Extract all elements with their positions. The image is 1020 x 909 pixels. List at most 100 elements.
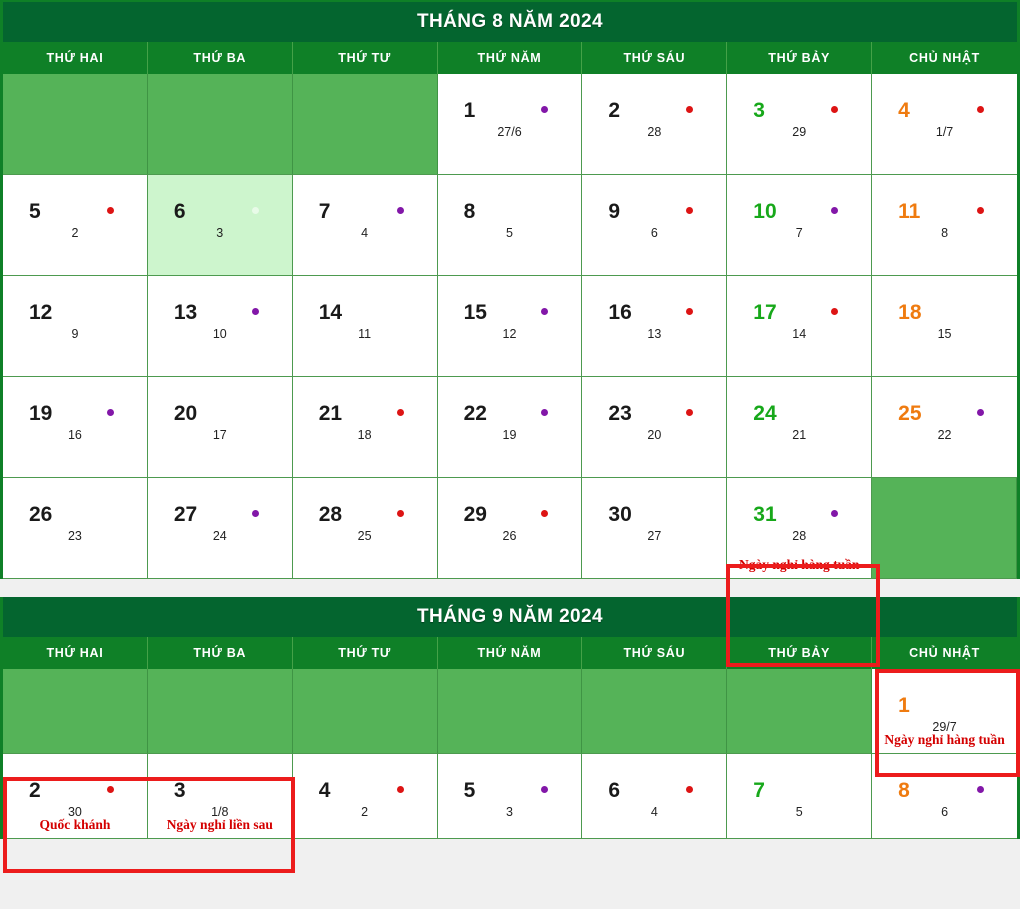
month-block-september: THÁNG 9 NĂM 2024 THỨ HAI THỨ BA THỨ TƯ T… [0, 597, 1020, 873]
lunar-date: 20 [647, 428, 662, 442]
day-cell[interactable]: 26 23 [3, 478, 148, 579]
day-cell[interactable]: 18 15 [872, 276, 1017, 377]
day-cell[interactable]: 13 10 [147, 276, 293, 377]
lunar-date: 1/7 [935, 125, 954, 139]
day-cell[interactable]: 4 1/7 [872, 74, 1017, 175]
day-cell[interactable]: 1 27/6 [437, 74, 583, 175]
weekday-wednesday: THỨ TƯ [293, 42, 438, 74]
solar-day-number: 5 [29, 200, 41, 223]
lunar-date: 28 [647, 125, 662, 139]
solar-day-number: 1 [463, 99, 476, 122]
solar-day-number: 15 [463, 301, 487, 324]
day-cell[interactable]: 31 28 Ngày nghỉ hàng tuần [727, 478, 873, 579]
event-dot-icon [251, 207, 259, 214]
day-cell[interactable]: 96 [582, 175, 728, 276]
event-dot-icon [977, 409, 984, 416]
lunar-date: 23 [67, 529, 82, 543]
weekday-saturday: THỨ BẢY [727, 637, 873, 669]
lunar-date: 16 [67, 428, 82, 442]
month-title-september: THÁNG 9 NĂM 2024 [3, 597, 1017, 637]
solar-day-number: 6 [608, 779, 621, 802]
event-dot-icon [541, 409, 549, 416]
lunar-date: 3 [216, 226, 224, 240]
event-dot-icon [251, 510, 259, 517]
day-cell[interactable]: 24 21 [727, 377, 873, 478]
day-cell[interactable]: 85 [437, 175, 583, 276]
day-cell[interactable]: 19 16 [3, 377, 148, 478]
event-dot-icon [251, 308, 259, 315]
week-row: 1 27/6 2 28 3 29 4 1/7 [3, 74, 1017, 175]
weekday-header-september: THỨ HAI THỨ BA THỨ TƯ THỨ NĂM THỨ SÁU TH… [3, 637, 1017, 669]
lunar-date: 3 [506, 805, 513, 819]
event-dot-icon [686, 786, 694, 793]
day-cell[interactable]: 75 [727, 754, 873, 839]
weekday-header-august: THỨ HAI THỨ BA THỨ TƯ THỨ NĂM THỨ SÁU TH… [3, 42, 1017, 74]
solar-day-number: 2 [29, 779, 41, 802]
solar-day-number: 3 [753, 99, 765, 122]
lunar-date: 27 [647, 529, 662, 543]
solar-day-number: 22 [463, 402, 487, 425]
lunar-date: 29 [792, 125, 807, 139]
event-dot-icon [396, 786, 404, 793]
day-cell[interactable]: 15 12 [437, 276, 583, 377]
day-cell[interactable]: 25 22 [872, 377, 1017, 478]
day-cell[interactable]: 3 29 [727, 74, 873, 175]
solar-day-number: 9 [608, 200, 621, 223]
day-cell[interactable]: 1 29/7 Ngày nghỉ hàng tuần [872, 669, 1017, 754]
event-dot-icon [977, 106, 984, 113]
day-cell[interactable]: 10 7 [727, 175, 873, 276]
solar-day-number: 5 [463, 779, 476, 802]
event-dot-icon [106, 786, 114, 793]
solar-day-number: 11 [898, 200, 921, 223]
event-dot-icon [396, 207, 404, 214]
weekday-thursday: THỨ NĂM [438, 637, 583, 669]
day-cell[interactable]: 21 18 [292, 377, 438, 478]
day-cell[interactable]: 16 13 [582, 276, 728, 377]
holiday-label: Ngày nghỉ hàng tuần [739, 557, 860, 573]
event-dot-icon [396, 409, 404, 416]
solar-day-number: 10 [753, 200, 777, 223]
day-cell[interactable]: 2 30 Quốc khánh [3, 754, 148, 839]
day-cell[interactable]: 23 20 [582, 377, 728, 478]
lunar-date: 6 [650, 226, 658, 240]
lunar-date: 5 [506, 226, 513, 240]
solar-day-number: 21 [318, 402, 343, 425]
lunar-date: 7 [795, 226, 803, 240]
solar-day-number: 30 [608, 503, 632, 526]
day-cell[interactable]: 22 19 [437, 377, 583, 478]
day-cell[interactable]: 74 [292, 175, 438, 276]
lunar-date: 15 [937, 327, 952, 341]
solar-day-number: 27 [173, 503, 198, 526]
lunar-date: 14 [792, 327, 807, 341]
lunar-date: 13 [647, 327, 662, 341]
solar-day-number: 31 [753, 503, 777, 526]
day-cell-empty [292, 669, 438, 754]
day-cell-empty [582, 669, 728, 754]
solar-day-number: 25 [898, 402, 922, 425]
lunar-date: 8 [941, 226, 949, 240]
day-cell[interactable]: 12 9 [3, 276, 148, 377]
day-cell[interactable]: 3 1/8 Ngày nghỉ liền sau [147, 754, 293, 839]
lunar-date: 27/6 [497, 125, 522, 139]
day-cell[interactable]: 52 [3, 175, 148, 276]
lunar-date: 17 [212, 428, 227, 442]
day-cell[interactable]: 64 [582, 754, 728, 839]
solar-day-number: 7 [318, 200, 331, 223]
day-cell[interactable]: 63 [147, 175, 293, 276]
day-cell[interactable]: 28 25 [292, 478, 438, 579]
day-cell[interactable]: 53 [437, 754, 583, 839]
day-cell[interactable]: 29 26 [437, 478, 583, 579]
event-dot-icon [541, 106, 549, 113]
day-cell[interactable]: 17 14 [727, 276, 873, 377]
day-cell[interactable]: 30 27 [582, 478, 728, 579]
day-cell[interactable]: 20 17 [147, 377, 293, 478]
solar-day-number: 29 [463, 503, 487, 526]
event-dot-icon [686, 308, 694, 315]
day-cell[interactable]: 42 [292, 754, 438, 839]
day-cell[interactable]: 86 [872, 754, 1017, 839]
event-dot-icon [541, 308, 549, 315]
day-cell[interactable]: 27 24 [147, 478, 293, 579]
day-cell[interactable]: 2 28 [582, 74, 728, 175]
day-cell[interactable]: 11 8 [872, 175, 1017, 276]
day-cell[interactable]: 14 11 [292, 276, 438, 377]
